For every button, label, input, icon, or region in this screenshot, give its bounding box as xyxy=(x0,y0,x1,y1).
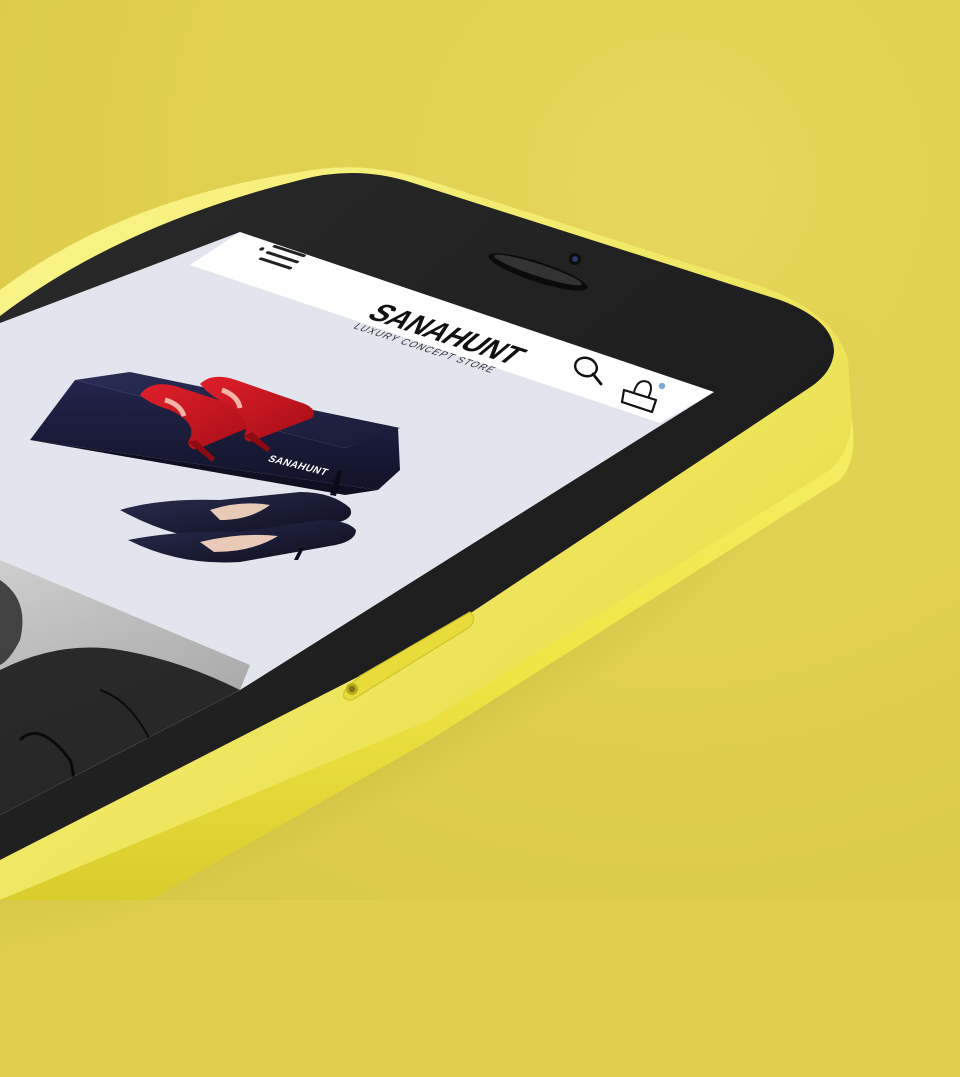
search-icon[interactable] xyxy=(568,352,608,388)
shopping-bag-icon[interactable] xyxy=(618,372,674,414)
